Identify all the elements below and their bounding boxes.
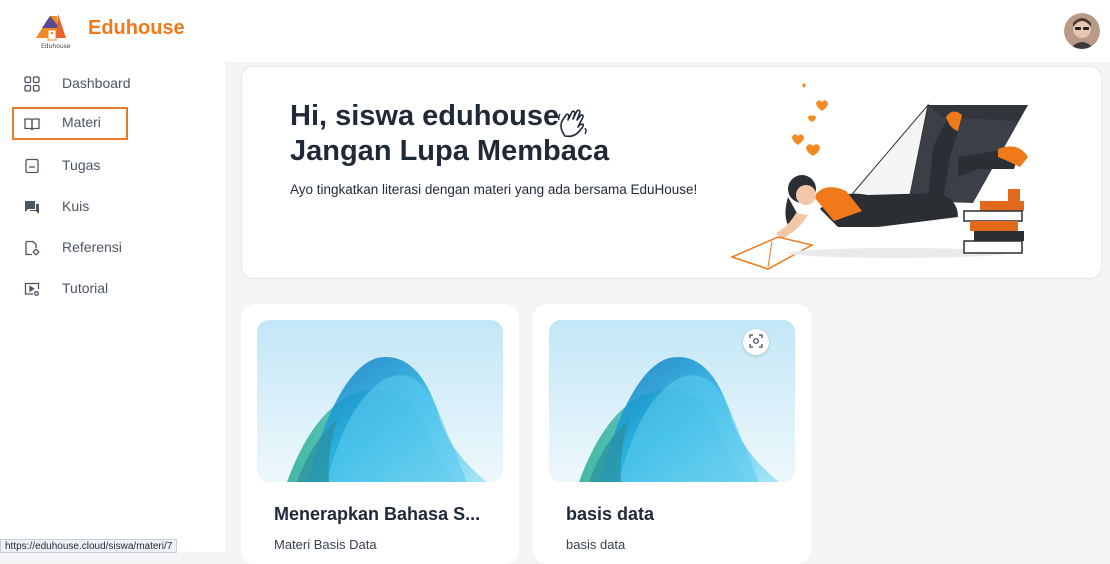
sidebar-item-dashboard[interactable]: Dashboard	[12, 68, 131, 101]
sidebar: Dashboard Materi Tugas Kuis Referensi Tu…	[0, 62, 225, 552]
hero-greeting: Hi, siswa eduhouse	[290, 100, 560, 132]
card-title: Menerapkan Bahasa S...	[274, 504, 481, 524]
sidebar-item-kuis[interactable]: Kuis	[12, 191, 128, 224]
card-subtitle: Materi Basis Data	[274, 537, 377, 552]
sidebar-item-materi[interactable]: Materi	[12, 107, 128, 140]
hero-subtitle: Ayo tingkatkan literasi dengan materi ya…	[290, 182, 698, 197]
top-bar: Eduhouse Eduhouse	[0, 0, 1110, 62]
hero-title: Jangan Lupa Membaca	[290, 135, 610, 167]
sidebar-item-tugas[interactable]: Tugas	[12, 150, 128, 183]
grid-icon	[24, 76, 40, 92]
card-subtitle: basis data	[566, 537, 626, 552]
eduhouse-logo[interactable]: Eduhouse	[30, 10, 76, 50]
logo-caption: Eduhouse	[41, 43, 71, 50]
sidebar-item-tutorial[interactable]: Tutorial	[12, 273, 128, 306]
sidebar-item-label: Kuis	[62, 198, 90, 214]
user-avatar[interactable]	[1064, 13, 1100, 49]
sidebar-item-label: Tutorial	[62, 280, 109, 296]
materi-card[interactable]: Menerapkan Bahasa S... Materi Basis Data	[241, 304, 519, 564]
brand-name[interactable]: Eduhouse	[88, 17, 185, 40]
document-settings-icon	[24, 240, 40, 256]
status-bar-url: https://eduhouse.cloud/siswa/materi/7	[0, 539, 178, 553]
video-settings-icon	[24, 281, 40, 297]
chat-icon	[24, 199, 40, 215]
materi-card[interactable]: basis data basis data	[533, 304, 811, 564]
hero-banner: Hi, siswa eduhouse Jangan Lupa Membaca A…	[241, 66, 1102, 279]
book-icon	[24, 116, 40, 132]
sidebar-item-referensi[interactable]: Referensi	[12, 232, 128, 265]
sidebar-item-label: Dashboard	[62, 75, 131, 91]
card-thumbnail	[257, 320, 503, 482]
visual-search-button[interactable]	[743, 329, 769, 355]
sidebar-item-label: Tugas	[62, 157, 101, 173]
reading-girl-illustration	[728, 77, 1046, 273]
card-title: basis data	[566, 504, 655, 524]
sidebar-item-label: Referensi	[62, 239, 122, 255]
clipboard-icon	[24, 158, 40, 174]
scan-icon	[749, 333, 763, 352]
sidebar-item-label: Materi	[62, 114, 101, 130]
